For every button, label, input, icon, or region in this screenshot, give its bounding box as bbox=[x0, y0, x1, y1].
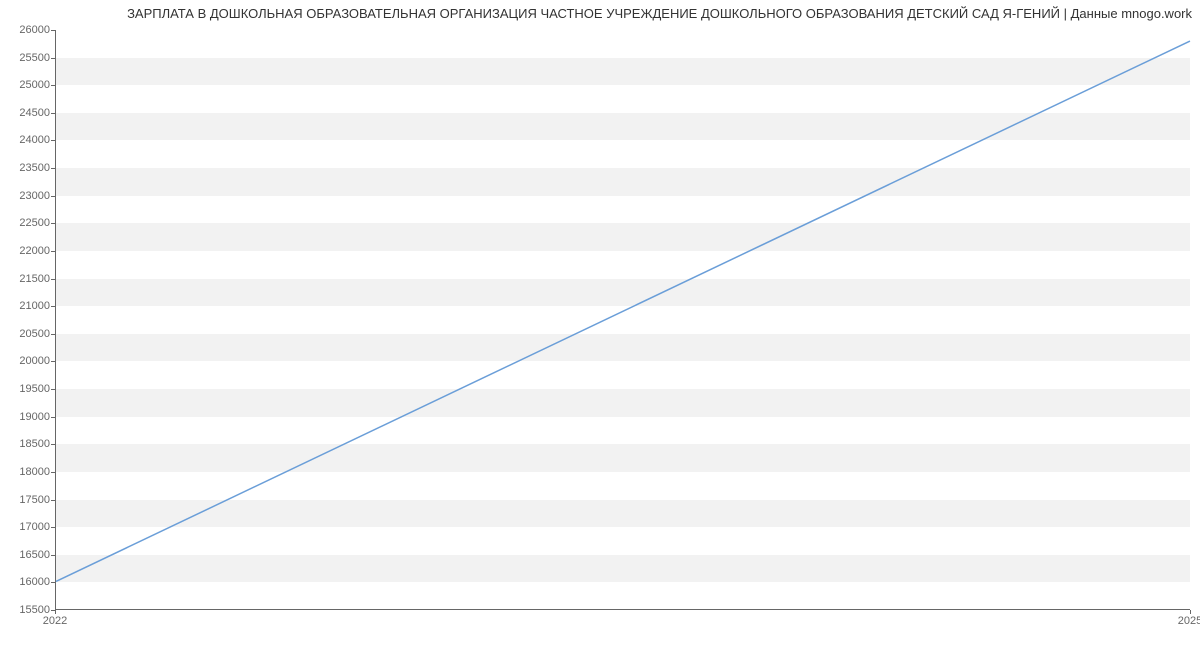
x-tick-label: 2025 bbox=[1178, 615, 1200, 627]
y-tick-mark bbox=[51, 140, 55, 141]
y-tick-label: 25500 bbox=[0, 52, 50, 64]
y-tick-mark bbox=[51, 113, 55, 114]
y-tick-label: 18500 bbox=[0, 438, 50, 450]
y-tick-label: 24500 bbox=[0, 107, 50, 119]
y-tick-mark bbox=[51, 279, 55, 280]
y-tick-label: 23500 bbox=[0, 162, 50, 174]
y-tick-mark bbox=[51, 85, 55, 86]
y-tick-label: 19000 bbox=[0, 411, 50, 423]
y-tick-mark bbox=[51, 30, 55, 31]
y-tick-mark bbox=[51, 223, 55, 224]
y-tick-mark bbox=[51, 196, 55, 197]
y-tick-mark bbox=[51, 527, 55, 528]
chart-title: ЗАРПЛАТА В ДОШКОЛЬНАЯ ОБРАЗОВАТЕЛЬНАЯ ОР… bbox=[127, 6, 1192, 21]
y-tick-mark bbox=[51, 500, 55, 501]
y-tick-label: 16000 bbox=[0, 576, 50, 588]
y-tick-label: 22500 bbox=[0, 217, 50, 229]
y-tick-label: 23000 bbox=[0, 190, 50, 202]
y-tick-mark bbox=[51, 417, 55, 418]
y-tick-label: 20000 bbox=[0, 355, 50, 367]
y-tick-mark bbox=[51, 555, 55, 556]
y-tick-mark bbox=[51, 306, 55, 307]
y-tick-mark bbox=[51, 444, 55, 445]
y-tick-label: 19500 bbox=[0, 383, 50, 395]
y-tick-label: 22000 bbox=[0, 245, 50, 257]
y-tick-label: 17500 bbox=[0, 494, 50, 506]
y-tick-mark bbox=[51, 361, 55, 362]
y-tick-label: 24000 bbox=[0, 134, 50, 146]
plot-area bbox=[55, 30, 1190, 610]
y-tick-label: 21000 bbox=[0, 300, 50, 312]
y-tick-label: 20500 bbox=[0, 328, 50, 340]
y-tick-label: 25000 bbox=[0, 79, 50, 91]
data-line bbox=[56, 41, 1190, 581]
x-tick-mark bbox=[1190, 610, 1191, 614]
y-tick-mark bbox=[51, 334, 55, 335]
y-tick-label: 17000 bbox=[0, 521, 50, 533]
y-tick-mark bbox=[51, 168, 55, 169]
chart-container: 1550016000165001700017500180001850019000… bbox=[55, 30, 1190, 610]
y-tick-mark bbox=[51, 251, 55, 252]
y-tick-mark bbox=[51, 58, 55, 59]
y-tick-label: 26000 bbox=[0, 24, 50, 36]
y-tick-label: 16500 bbox=[0, 549, 50, 561]
y-tick-label: 18000 bbox=[0, 466, 50, 478]
y-tick-mark bbox=[51, 389, 55, 390]
y-tick-mark bbox=[51, 582, 55, 583]
line-series bbox=[56, 30, 1190, 609]
y-tick-mark bbox=[51, 472, 55, 473]
x-tick-label: 2022 bbox=[43, 615, 67, 627]
x-tick-mark bbox=[55, 610, 56, 614]
y-tick-label: 21500 bbox=[0, 273, 50, 285]
